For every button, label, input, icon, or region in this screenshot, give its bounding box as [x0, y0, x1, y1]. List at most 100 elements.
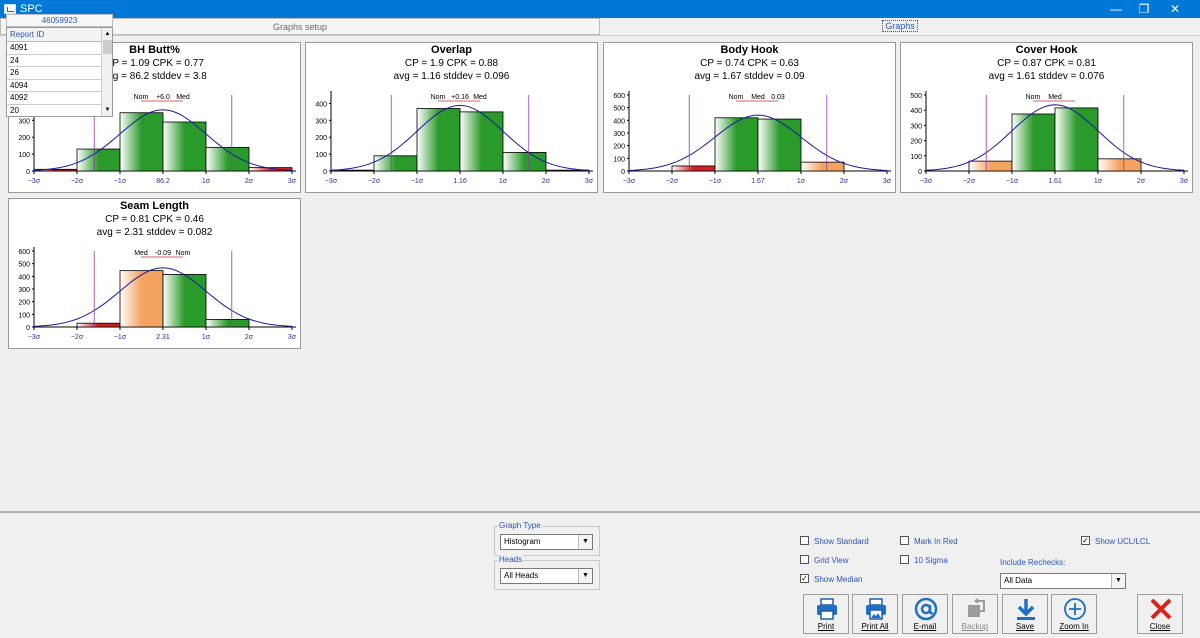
y-tick-label: 100 [18, 312, 30, 319]
tab-graphs[interactable]: Graphs [600, 18, 1200, 35]
histogram-bar [757, 118, 802, 172]
y-tick-label: 300 [315, 118, 327, 125]
ten-sigma-checkbox[interactable]: 10 Sigma [900, 555, 948, 566]
x-tick-label: 1σ [202, 178, 211, 185]
heads-select[interactable]: All Heads ▼ [500, 568, 593, 584]
histogram-bar [1011, 113, 1056, 172]
histogram-bar [968, 160, 1013, 172]
include-rechecks-select[interactable]: All Data ▼ [1000, 573, 1126, 589]
y-tick-label: 300 [613, 131, 625, 138]
chevron-down-icon[interactable]: ▼ [1111, 574, 1125, 588]
table-row[interactable]: 26 [7, 67, 102, 80]
chevron-down-icon[interactable]: ▼ [578, 569, 592, 583]
marker-annotation: Med [751, 94, 765, 101]
table-row[interactable]: 24 [7, 54, 102, 67]
print-button[interactable]: Print [803, 594, 849, 634]
show-standard-checkbox[interactable]: Show Standard [800, 536, 869, 547]
restore-button[interactable]: ❐ [1129, 0, 1159, 18]
include-rechecks-value: All Data [1004, 576, 1033, 585]
y-tick-label: 500 [910, 93, 922, 100]
y-tick-label: 500 [613, 106, 625, 113]
x-tick-label: −1σ [114, 178, 127, 185]
x-tick-label: −2σ [71, 178, 84, 185]
marker-annotation: -0.09 [155, 250, 171, 257]
at-icon [914, 597, 938, 621]
show-standard-label: Show Standard [814, 537, 869, 546]
scroll-down-icon[interactable]: ▼ [103, 105, 112, 115]
histogram-plot: 0 100 200 300 400 500 600 −3σ −2σ −1σ 1.67 1σ 2σ 3σ No… [613, 91, 892, 185]
histogram-bar [119, 270, 164, 328]
mark-in-red-checkbox[interactable]: Mark In Red [900, 536, 958, 547]
email-label: E-mail [913, 622, 937, 631]
scroll-up-icon[interactable]: ▲ [103, 29, 112, 39]
show-ucl-lcl-checkbox[interactable]: ✓ Show UCL/LCL [1081, 536, 1150, 547]
histogram-bar [205, 319, 250, 328]
chart-card-seam-length[interactable]: Seam Length CP = 0.81 CPK = 0.46 avg = 2.3… [8, 198, 301, 349]
histogram-plot: 0 100 200 300 400 500 −3σ −2σ −1σ 1.61 1σ 2σ 3σ Nom Me… [910, 91, 1189, 185]
chevron-down-icon[interactable]: ▼ [578, 535, 592, 549]
printer-icon [817, 598, 837, 620]
chart-card-body-hook[interactable]: Body Hook CP = 0.74 CPK = 0.63 avg = 1.67 … [603, 42, 896, 193]
y-tick-label: 200 [315, 135, 327, 142]
marker-annotation: Nom [176, 250, 191, 257]
chart-card-cover-hook[interactable]: Cover Hook CP = 0.87 CPK = 0.81 avg = 1.61… [900, 42, 1193, 193]
backup-button: Backup [952, 594, 998, 634]
marker-annotation: Nom [1026, 94, 1041, 101]
y-tick-label: 0 [26, 325, 30, 332]
table-row[interactable]: 20 [7, 104, 102, 116]
x-tick-label: 1σ [797, 178, 806, 185]
grid-view-checkbox[interactable]: Grid View [800, 555, 849, 566]
close-button[interactable]: Close [1137, 594, 1183, 634]
report-column-header[interactable]: Report ID [7, 28, 102, 42]
x-tick-label: −2σ [666, 178, 679, 185]
checkbox-box[interactable] [800, 555, 809, 565]
scroll-thumb[interactable] [103, 40, 112, 54]
marker-annotation: +6.0 [156, 94, 170, 101]
table-row[interactable]: 4094 [7, 79, 102, 92]
zoom-in-button[interactable]: Zoom In [1051, 594, 1097, 634]
x-tick-label: −3σ [28, 178, 41, 185]
checkbox-box[interactable] [800, 536, 809, 546]
x-tick-label: 86.2 [156, 178, 170, 185]
checkbox-box-checked[interactable]: ✓ [1081, 536, 1090, 546]
graph-type-value: Histogram [504, 537, 541, 546]
checkbox-box-checked[interactable]: ✓ [800, 574, 809, 584]
chart-app-icon [4, 4, 16, 14]
x-tick-label: 1.67 [751, 178, 765, 185]
x-tick-label: 2σ [840, 178, 849, 185]
x-tick-label: 3σ [1180, 178, 1189, 185]
mark-in-red-label: Mark In Red [914, 537, 958, 546]
y-tick-label: 200 [613, 144, 625, 151]
show-median-checkbox[interactable]: ✓ Show Median [800, 574, 862, 585]
y-tick-label: 500 [18, 262, 30, 269]
table-row[interactable]: 4091 [7, 42, 102, 55]
backup-label: Backup [961, 622, 989, 631]
graph-type-select[interactable]: Histogram ▼ [500, 534, 593, 550]
chart-card-overlap[interactable]: Overlap CP = 1.9 CPK = 0.88 avg = 1.16 std… [305, 42, 598, 193]
y-tick-label: 300 [910, 123, 922, 130]
histogram-bar [373, 155, 418, 172]
email-button[interactable]: E-mail [902, 594, 948, 634]
table-row[interactable]: 4092 [7, 92, 102, 105]
report-header: 46059923 [6, 14, 113, 27]
graph-type-legend: Graph Type [498, 521, 542, 530]
report-scrollbar[interactable]: ▲ ▼ [101, 28, 112, 116]
heads-legend: Heads [498, 555, 524, 564]
report-table[interactable]: Report ID 4091 24 26 4094 4092 20 ▲ ▼ [6, 27, 113, 117]
minimize-button[interactable]: — [1101, 0, 1131, 18]
print-all-button[interactable]: Print All [852, 594, 898, 634]
x-tick-label: 2σ [245, 334, 254, 341]
marker-annotation: Med [1048, 94, 1062, 101]
save-button[interactable]: Save [1002, 594, 1048, 634]
x-tick-label: −3σ [28, 334, 41, 341]
y-tick-label: 100 [910, 154, 922, 161]
zoom-plus-icon [1064, 598, 1086, 620]
checkbox-box[interactable] [900, 536, 909, 546]
y-tick-label: 0 [26, 169, 30, 176]
y-tick-label: 0 [918, 169, 922, 176]
y-tick-label: 400 [18, 274, 30, 281]
graph-area: BH Butt% CP = 1.09 CPK = 0.77 avg = 86.2 s… [0, 35, 1200, 511]
x-tick-label: 2σ [542, 178, 551, 185]
close-window-button[interactable]: ✕ [1160, 0, 1190, 18]
checkbox-box[interactable] [900, 555, 909, 565]
